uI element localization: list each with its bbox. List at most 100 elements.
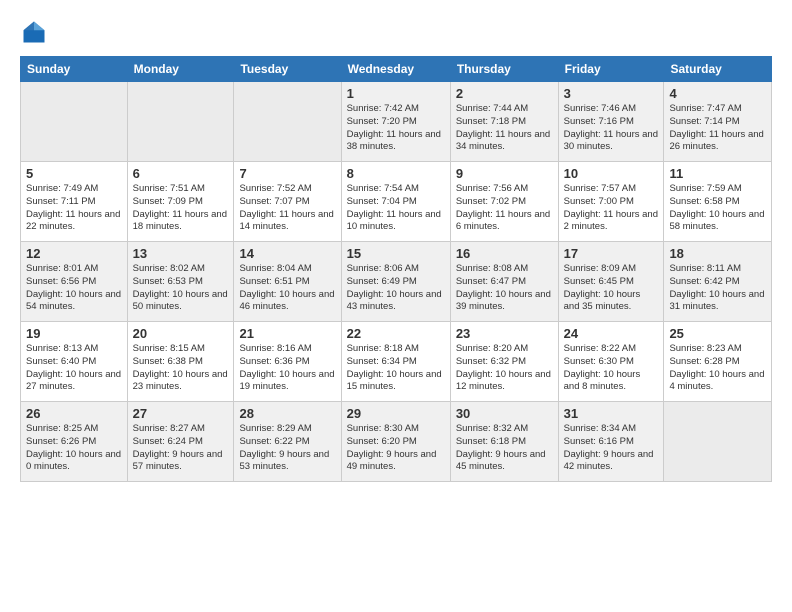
day-number: 6 [133,166,229,181]
weekday-thursday: Thursday [450,57,558,82]
table-row: 13 Sunrise: 8:02 AM Sunset: 6:53 PM Dayli… [127,242,234,322]
weekday-wednesday: Wednesday [341,57,450,82]
day-number: 29 [347,406,445,421]
weekday-sunday: Sunday [21,57,128,82]
day-info: Sunrise: 8:20 AM Sunset: 6:32 PM Dayligh… [456,343,553,394]
table-row: 15 Sunrise: 8:06 AM Sunset: 6:49 PM Dayli… [341,242,450,322]
table-row: 3Sunrise: 7:46 AM Sunset: 7:16 PM Daylig… [558,82,664,162]
table-row: 29 Sunrise: 8:30 AM Sunset: 6:20 PM Dayli… [341,402,450,482]
table-row: 4 Sunrise: 7:47 AM Sunset: 7:14 PM Daylig… [664,82,772,162]
table-row: 8 Sunrise: 7:54 AM Sunset: 7:04 PM Daylig… [341,162,450,242]
table-row: 5 Sunrise: 7:49 AM Sunset: 7:11 PM Daylig… [21,162,128,242]
day-number: 22 [347,326,445,341]
table-row: 28 Sunrise: 8:29 AM Sunset: 6:22 PM Dayli… [234,402,341,482]
table-row: 22 Sunrise: 8:18 AM Sunset: 6:34 PM Dayli… [341,322,450,402]
calendar-week-row: 1 Sunrise: 7:42 AM Sunset: 7:20 PM Daylig… [21,82,772,162]
day-number: 12 [26,246,122,261]
day-info: Sunrise: 8:15 AM Sunset: 6:38 PM Dayligh… [133,343,229,394]
day-number: 7 [239,166,335,181]
weekday-tuesday: Tuesday [234,57,341,82]
table-row: 26 Sunrise: 8:25 AM Sunset: 6:26 PM Dayli… [21,402,128,482]
table-row: 27Sunrise: 8:27 AM Sunset: 6:24 PM Dayli… [127,402,234,482]
table-row: 30 Sunrise: 8:32 AM Sunset: 6:18 PM Dayli… [450,402,558,482]
day-number: 24 [564,326,659,341]
table-row [234,82,341,162]
day-info: Sunrise: 8:30 AM Sunset: 6:20 PM Dayligh… [347,423,445,474]
table-row: 31 Sunrise: 8:34 AM Sunset: 6:16 PM Dayli… [558,402,664,482]
weekday-monday: Monday [127,57,234,82]
page: SundayMondayTuesdayWednesdayThursdayFrid… [0,0,792,612]
weekday-saturday: Saturday [664,57,772,82]
table-row [21,82,128,162]
day-info: Sunrise: 7:49 AM Sunset: 7:11 PM Dayligh… [26,183,122,234]
table-row: 16Sunrise: 8:08 AM Sunset: 6:47 PM Dayli… [450,242,558,322]
day-number: 30 [456,406,553,421]
day-info: Sunrise: 8:25 AM Sunset: 6:26 PM Dayligh… [26,423,122,474]
day-info: Sunrise: 8:32 AM Sunset: 6:18 PM Dayligh… [456,423,553,474]
day-info: Sunrise: 7:47 AM Sunset: 7:14 PM Dayligh… [669,103,766,154]
day-info: Sunrise: 7:54 AM Sunset: 7:04 PM Dayligh… [347,183,445,234]
day-number: 8 [347,166,445,181]
day-info: Sunrise: 8:08 AM Sunset: 6:47 PM Dayligh… [456,263,553,314]
day-info: Sunrise: 8:04 AM Sunset: 6:51 PM Dayligh… [239,263,335,314]
day-info: Sunrise: 8:09 AM Sunset: 6:45 PM Dayligh… [564,263,659,314]
calendar-week-row: 19 Sunrise: 8:13 AM Sunset: 6:40 PM Dayli… [21,322,772,402]
table-row: 20 Sunrise: 8:15 AM Sunset: 6:38 PM Dayli… [127,322,234,402]
calendar-week-row: 5 Sunrise: 7:49 AM Sunset: 7:11 PM Daylig… [21,162,772,242]
day-number: 13 [133,246,229,261]
table-row: 1 Sunrise: 7:42 AM Sunset: 7:20 PM Daylig… [341,82,450,162]
day-info: Sunrise: 8:13 AM Sunset: 6:40 PM Dayligh… [26,343,122,394]
day-number: 26 [26,406,122,421]
table-row: 14 Sunrise: 8:04 AM Sunset: 6:51 PM Dayli… [234,242,341,322]
day-info: Sunrise: 7:46 AM Sunset: 7:16 PM Dayligh… [564,103,659,154]
day-number: 25 [669,326,766,341]
calendar-week-row: 26 Sunrise: 8:25 AM Sunset: 6:26 PM Dayli… [21,402,772,482]
table-row: 21 Sunrise: 8:16 AM Sunset: 6:36 PM Dayli… [234,322,341,402]
logo-icon [20,18,48,46]
calendar: SundayMondayTuesdayWednesdayThursdayFrid… [20,56,772,482]
table-row: 7Sunrise: 7:52 AM Sunset: 7:07 PM Daylig… [234,162,341,242]
day-number: 9 [456,166,553,181]
day-number: 20 [133,326,229,341]
day-info: Sunrise: 8:27 AM Sunset: 6:24 PM Dayligh… [133,423,229,474]
day-info: Sunrise: 7:59 AM Sunset: 6:58 PM Dayligh… [669,183,766,234]
header [20,18,772,46]
day-info: Sunrise: 8:18 AM Sunset: 6:34 PM Dayligh… [347,343,445,394]
day-number: 23 [456,326,553,341]
table-row: 9 Sunrise: 7:56 AM Sunset: 7:02 PM Daylig… [450,162,558,242]
table-row: 23 Sunrise: 8:20 AM Sunset: 6:32 PM Dayli… [450,322,558,402]
day-number: 19 [26,326,122,341]
day-info: Sunrise: 8:34 AM Sunset: 6:16 PM Dayligh… [564,423,659,474]
day-info: Sunrise: 8:16 AM Sunset: 6:36 PM Dayligh… [239,343,335,394]
day-number: 21 [239,326,335,341]
day-info: Sunrise: 8:29 AM Sunset: 6:22 PM Dayligh… [239,423,335,474]
day-number: 10 [564,166,659,181]
day-info: Sunrise: 7:57 AM Sunset: 7:00 PM Dayligh… [564,183,659,234]
logo [20,18,52,46]
table-row: 17 Sunrise: 8:09 AM Sunset: 6:45 PM Dayli… [558,242,664,322]
day-number: 31 [564,406,659,421]
day-info: Sunrise: 8:01 AM Sunset: 6:56 PM Dayligh… [26,263,122,314]
day-info: Sunrise: 8:06 AM Sunset: 6:49 PM Dayligh… [347,263,445,314]
day-info: Sunrise: 8:02 AM Sunset: 6:53 PM Dayligh… [133,263,229,314]
weekday-header-row: SundayMondayTuesdayWednesdayThursdayFrid… [21,57,772,82]
table-row [127,82,234,162]
day-number: 4 [669,86,766,101]
day-number: 1 [347,86,445,101]
day-info: Sunrise: 7:44 AM Sunset: 7:18 PM Dayligh… [456,103,553,154]
day-info: Sunrise: 7:42 AM Sunset: 7:20 PM Dayligh… [347,103,445,154]
table-row: 19 Sunrise: 8:13 AM Sunset: 6:40 PM Dayli… [21,322,128,402]
day-number: 15 [347,246,445,261]
day-number: 17 [564,246,659,261]
table-row [664,402,772,482]
day-number: 5 [26,166,122,181]
day-number: 14 [239,246,335,261]
table-row: 12 Sunrise: 8:01 AM Sunset: 6:56 PM Dayli… [21,242,128,322]
weekday-friday: Friday [558,57,664,82]
calendar-week-row: 12 Sunrise: 8:01 AM Sunset: 6:56 PM Dayli… [21,242,772,322]
day-number: 28 [239,406,335,421]
day-number: 2 [456,86,553,101]
table-row: 10 Sunrise: 7:57 AM Sunset: 7:00 PM Dayli… [558,162,664,242]
day-info: Sunrise: 7:56 AM Sunset: 7:02 PM Dayligh… [456,183,553,234]
day-info: Sunrise: 8:22 AM Sunset: 6:30 PM Dayligh… [564,343,659,394]
